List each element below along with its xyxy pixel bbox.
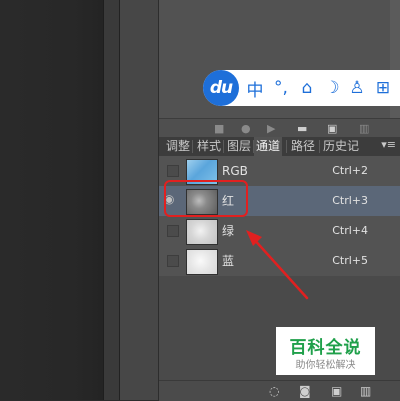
tab-channels[interactable]: 通道 [254,137,283,156]
watermark: 百科全说 助你轻松解决 [276,327,375,375]
punctuation-icon[interactable]: °, [270,77,292,99]
moon-icon[interactable]: ☽ [321,77,343,99]
panel-toolbar: ■ ● ▶ ▬ ▣ ▥ [159,118,400,137]
panel-tabs: 调整 样式 图层 通道 路径 历史记 ▾≡ [159,137,400,157]
panel-menu-icon[interactable]: ▾≡ [381,138,396,151]
tab-adjustments[interactable]: 调整 [164,137,192,156]
collapsed-panel-dock [120,0,159,400]
tab-history[interactable]: 历史记 [321,137,361,156]
tab-divider [286,140,287,153]
visibility-toggle[interactable] [167,165,179,177]
panel-divider[interactable] [104,0,120,400]
channel-name: 绿 [222,224,235,238]
tab-styles[interactable]: 样式 [195,137,223,156]
stop-icon[interactable]: ■ [214,122,224,135]
record-icon[interactable]: ● [241,122,251,135]
channel-row-blue[interactable]: 蓝 Ctrl+5 [159,246,400,277]
toolbox-icon[interactable]: ⌂ [296,77,318,99]
chinese-mode-icon[interactable]: 中 [244,77,266,101]
grid-icon[interactable]: ⊞ [372,77,394,99]
channel-name: 蓝 [222,254,235,268]
load-selection-icon[interactable]: ◌ [269,384,279,398]
visibility-toggle[interactable] [167,255,179,267]
channel-shortcut: Ctrl+2 [332,164,368,177]
play-icon[interactable]: ▶ [267,122,275,135]
channel-thumbnail [186,219,218,245]
document-canvas[interactable] [0,0,104,400]
channel-shortcut: Ctrl+5 [332,254,368,267]
channel-shortcut: Ctrl+4 [332,224,368,237]
delete-channel-icon[interactable]: ▥ [360,384,371,398]
tab-paths[interactable]: 路径 [289,137,317,156]
watermark-subtitle: 助你轻松解决 [295,360,356,371]
new-channel-icon[interactable]: ▣ [331,384,342,398]
highlight-box [164,180,248,217]
channel-row-green[interactable]: 绿 Ctrl+4 [159,216,400,247]
watermark-title: 百科全说 [289,338,362,358]
user-icon[interactable]: ♙ [346,77,368,99]
channels-bottom-bar: ◌ ◙ ▣ ▥ [159,380,400,401]
tab-divider [223,140,224,153]
channel-thumbnail [186,249,218,275]
tab-layers[interactable]: 图层 [225,137,253,156]
save-selection-icon[interactable]: ◙ [299,384,311,398]
new-item-icon[interactable]: ▣ [327,122,337,135]
channel-shortcut: Ctrl+3 [332,194,368,207]
baidu-ime-logo[interactable]: du [203,70,239,106]
trash-icon[interactable]: ▥ [359,122,369,135]
folder-icon[interactable]: ▬ [297,122,307,135]
tab-divider [192,140,193,153]
tab-divider [319,140,320,153]
visibility-toggle[interactable] [167,225,179,237]
